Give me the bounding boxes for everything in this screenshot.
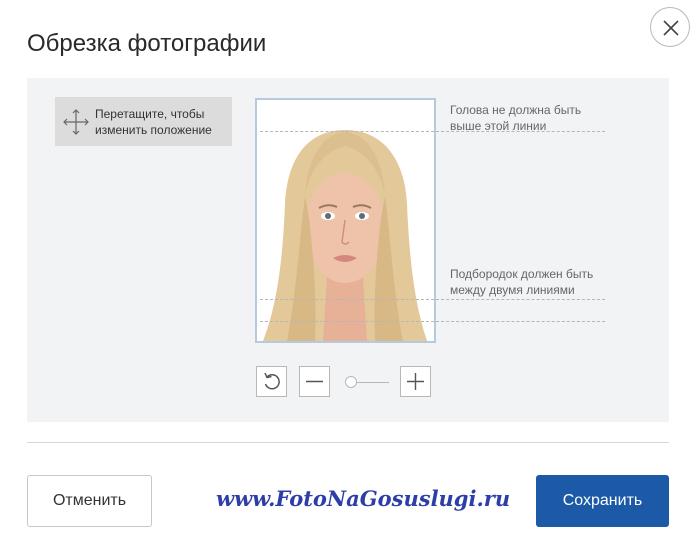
save-button[interactable]: Сохранить xyxy=(536,475,669,527)
close-icon xyxy=(663,20,679,36)
move-arrows-icon xyxy=(63,109,89,135)
close-button[interactable] xyxy=(650,7,690,47)
head-line-note: Голова не должна быть выше этой линии xyxy=(450,103,582,133)
chin-lower-line xyxy=(260,321,605,322)
zoom-out-button[interactable] xyxy=(299,366,330,397)
chin-upper-line xyxy=(260,299,605,300)
crop-work-area: Перетащите, чтобы изменить положение Гол… xyxy=(27,78,669,422)
zoom-slider-thumb[interactable] xyxy=(345,376,358,388)
plus-icon xyxy=(407,373,424,390)
minus-icon xyxy=(306,380,323,383)
rotate-button[interactable] xyxy=(256,366,287,397)
cancel-button[interactable]: Отменить xyxy=(27,475,152,527)
footer-divider xyxy=(27,442,669,443)
rotate-icon xyxy=(264,372,280,390)
crop-frame[interactable] xyxy=(255,98,436,343)
drag-hint-text: Перетащите, чтобы изменить положение xyxy=(95,107,212,137)
portrait-photo xyxy=(257,100,434,341)
drag-hint: Перетащите, чтобы изменить положение xyxy=(55,97,232,146)
chin-lines-note: Подбородок должен быть между двумя линия… xyxy=(450,267,594,297)
watermark-text: www.FotoNaGosuslugi.ru xyxy=(216,486,511,511)
zoom-in-button[interactable] xyxy=(400,366,431,397)
dialog-title: Обрезка фотографии xyxy=(27,30,267,57)
